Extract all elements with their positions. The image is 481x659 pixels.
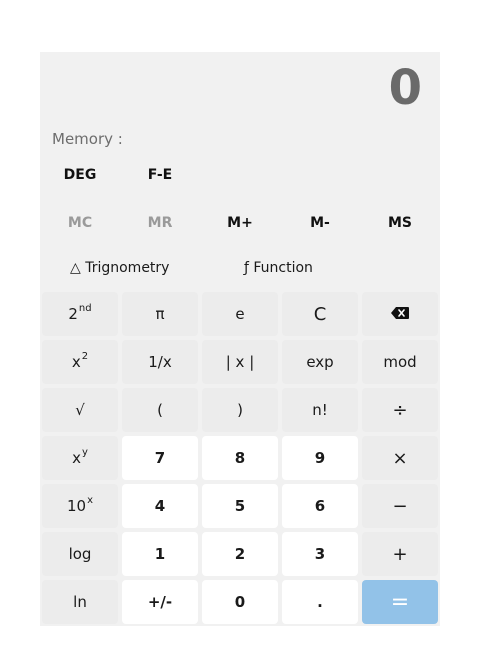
memory-label: Memory : <box>52 130 123 148</box>
divide-button[interactable]: ÷ <box>362 388 438 432</box>
keypad: 2nd π e C x2 1/x | x | exp mod √ ( ) n! … <box>42 292 438 624</box>
square-button[interactable]: x2 <box>42 340 118 384</box>
negate-button[interactable]: +/- <box>122 580 198 624</box>
format-mode-button[interactable]: F-E <box>130 164 190 186</box>
power-button[interactable]: xy <box>42 436 118 480</box>
digit-7-button[interactable]: 7 <box>122 436 198 480</box>
second-base: 2 <box>68 305 78 323</box>
trigonometry-menu-button[interactable]: △ Trignometry <box>70 255 169 281</box>
ln-button[interactable]: ln <box>42 580 118 624</box>
memory-row: MC MR M+ M- MS <box>40 210 440 236</box>
second-function-button[interactable]: 2nd <box>42 292 118 336</box>
plus-button[interactable]: + <box>362 532 438 576</box>
multiply-button[interactable]: × <box>362 436 438 480</box>
absolute-value-button[interactable]: | x | <box>202 340 278 384</box>
log-button[interactable]: log <box>42 532 118 576</box>
equals-button[interactable]: = <box>362 580 438 624</box>
digit-6-button[interactable]: 6 <box>282 484 358 528</box>
euler-button[interactable]: e <box>202 292 278 336</box>
calculator-panel: 0 Memory : DEG F-E MC MR M+ M- MS △ Trig… <box>40 52 440 626</box>
exp-button[interactable]: exp <box>282 340 358 384</box>
memory-add-button[interactable]: M+ <box>200 210 280 236</box>
memory-store-button[interactable]: MS <box>360 210 440 236</box>
right-paren-button[interactable]: ) <box>202 388 278 432</box>
power-sup: y <box>81 446 88 458</box>
digit-0-button[interactable]: 0 <box>202 580 278 624</box>
factorial-button[interactable]: n! <box>282 388 358 432</box>
memory-subtract-button[interactable]: M- <box>280 210 360 236</box>
digit-3-button[interactable]: 3 <box>282 532 358 576</box>
square-base: x <box>71 353 81 371</box>
digit-1-button[interactable]: 1 <box>122 532 198 576</box>
decimal-button[interactable]: . <box>282 580 358 624</box>
reciprocal-button[interactable]: 1/x <box>122 340 198 384</box>
backspace-button[interactable] <box>362 292 438 336</box>
left-paren-button[interactable]: ( <box>122 388 198 432</box>
second-sup: nd <box>78 302 92 314</box>
ten-power-button[interactable]: 10 x <box>42 484 118 528</box>
digit-9-button[interactable]: 9 <box>282 436 358 480</box>
clear-button[interactable]: C <box>282 292 358 336</box>
angle-mode-button[interactable]: DEG <box>50 164 110 186</box>
square-root-button[interactable]: √ <box>42 388 118 432</box>
ten-power-base: 10 <box>66 497 87 515</box>
digit-4-button[interactable]: 4 <box>122 484 198 528</box>
result-display: 0 <box>388 60 422 116</box>
minus-button[interactable]: − <box>362 484 438 528</box>
mod-button[interactable]: mod <box>362 340 438 384</box>
digit-8-button[interactable]: 8 <box>202 436 278 480</box>
ten-power-sup: x <box>87 494 93 506</box>
memory-recall-button[interactable]: MR <box>120 210 200 236</box>
power-base: x <box>72 449 81 467</box>
backspace-icon <box>391 305 409 323</box>
digit-5-button[interactable]: 5 <box>202 484 278 528</box>
pi-button[interactable]: π <box>122 292 198 336</box>
function-menus: △ Trignometry ƒ Function <box>40 255 440 281</box>
memory-clear-button[interactable]: MC <box>40 210 120 236</box>
function-menu-button[interactable]: ƒ Function <box>244 255 313 281</box>
square-sup: 2 <box>81 350 89 362</box>
digit-2-button[interactable]: 2 <box>202 532 278 576</box>
